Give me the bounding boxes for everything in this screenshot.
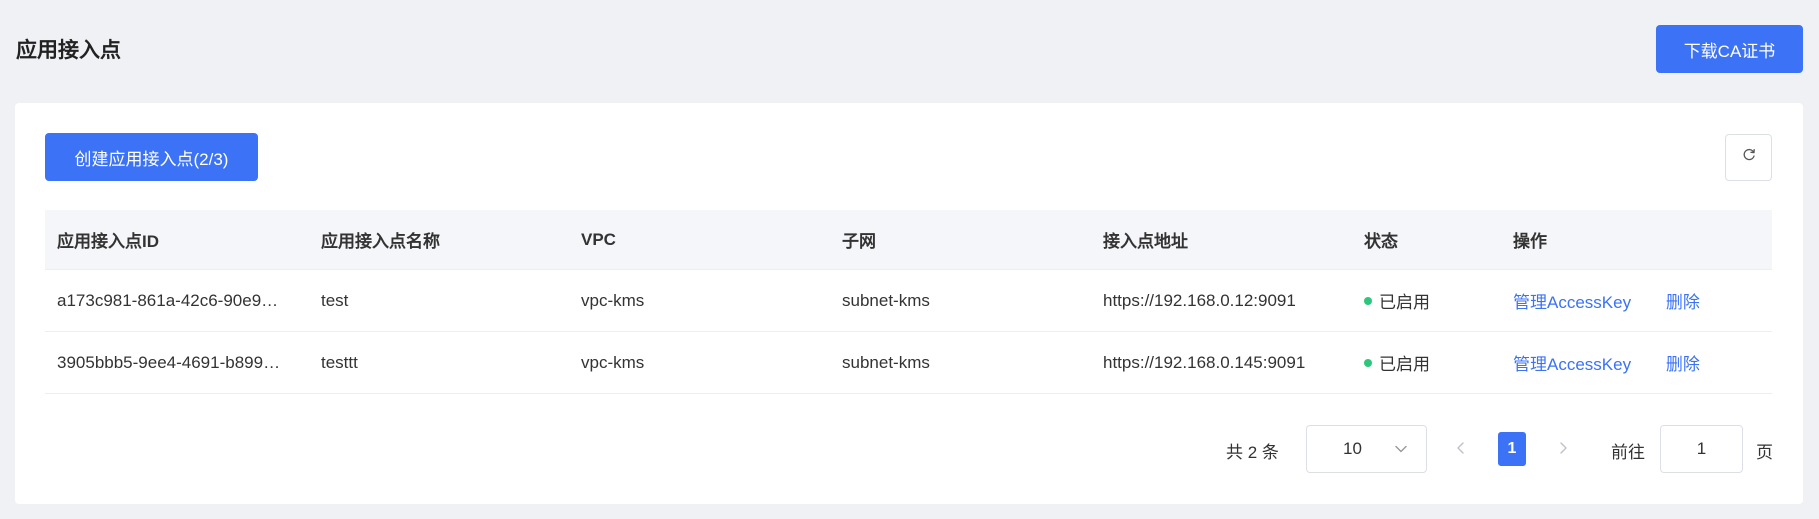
table-header: 应用接入点ID 应用接入点名称 VPC 子网 接入点地址 状态 操作 (45, 210, 1772, 270)
page-header: 应用接入点 下载CA证书 (0, 0, 1819, 100)
subnet-name: subnet-kms (842, 352, 930, 372)
column-header-address: 接入点地址 (1103, 232, 1188, 251)
column-header-subnet: 子网 (842, 232, 876, 251)
table-row: a173c981-861a-42c6-90e9… test vpc-kms su… (45, 270, 1772, 332)
access-point-id: 3905bbb5-9ee4-4691-b899… (57, 352, 281, 372)
access-point-id: a173c981-861a-42c6-90e9… (57, 290, 279, 310)
content-card: 创建应用接入点(2/3) 应用接入点ID 应用接入点名称 VPC 子网 接入点地… (15, 103, 1803, 504)
vpc-name: vpc-kms (581, 352, 645, 372)
goto-page-input[interactable] (1660, 425, 1743, 473)
refresh-icon (1742, 148, 1756, 167)
row-actions: 管理AccessKey 删除 (1501, 288, 1772, 313)
status-text: 已启用 (1379, 293, 1430, 312)
page-size-value: 10 (1343, 439, 1362, 458)
page-title: 应用接入点 (16, 39, 121, 62)
column-header-vpc: VPC (581, 229, 616, 249)
access-point-address: https://192.168.0.145:9091 (1103, 352, 1306, 372)
status-badge: 已启用 (1352, 350, 1501, 375)
access-point-table: 应用接入点ID 应用接入点名称 VPC 子网 接入点地址 状态 操作 a173c… (45, 210, 1772, 394)
pagination-total: 共 2 条 (1226, 443, 1279, 462)
access-point-name: test (321, 290, 349, 310)
goto-label: 前往 (1611, 443, 1645, 462)
manage-accesskey-link[interactable]: 管理AccessKey (1513, 355, 1631, 374)
status-badge: 已启用 (1352, 288, 1501, 313)
column-header-id: 应用接入点ID (57, 232, 159, 251)
access-point-address: https://192.168.0.12:9091 (1103, 290, 1296, 310)
status-dot-icon (1364, 296, 1372, 305)
column-header-actions: 操作 (1513, 232, 1547, 251)
subnet-name: subnet-kms (842, 290, 930, 310)
refresh-button[interactable] (1725, 134, 1772, 181)
page-size-select[interactable]: 10 (1306, 425, 1427, 473)
download-ca-cert-button[interactable]: 下载CA证书 (1656, 25, 1803, 73)
prev-page-icon[interactable] (1455, 440, 1467, 461)
page-suffix-label: 页 (1756, 443, 1773, 462)
access-point-name: testtt (321, 352, 358, 372)
next-page-icon[interactable] (1557, 440, 1569, 461)
page-number-current[interactable]: 1 (1498, 432, 1526, 466)
row-actions: 管理AccessKey 删除 (1501, 350, 1772, 375)
column-header-status: 状态 (1364, 232, 1398, 251)
table-row: 3905bbb5-9ee4-4691-b899… testtt vpc-kms … (45, 332, 1772, 394)
create-access-point-button[interactable]: 创建应用接入点(2/3) (45, 133, 258, 181)
delete-link[interactable]: 删除 (1666, 293, 1700, 312)
column-header-name: 应用接入点名称 (321, 232, 440, 251)
manage-accesskey-link[interactable]: 管理AccessKey (1513, 293, 1631, 312)
pagination: 共 2 条 10 1 前往 页 (15, 425, 1803, 473)
status-dot-icon (1364, 358, 1372, 367)
chevron-down-icon (1394, 442, 1408, 461)
vpc-name: vpc-kms (581, 290, 645, 310)
delete-link[interactable]: 删除 (1666, 355, 1700, 374)
status-text: 已启用 (1379, 355, 1430, 374)
